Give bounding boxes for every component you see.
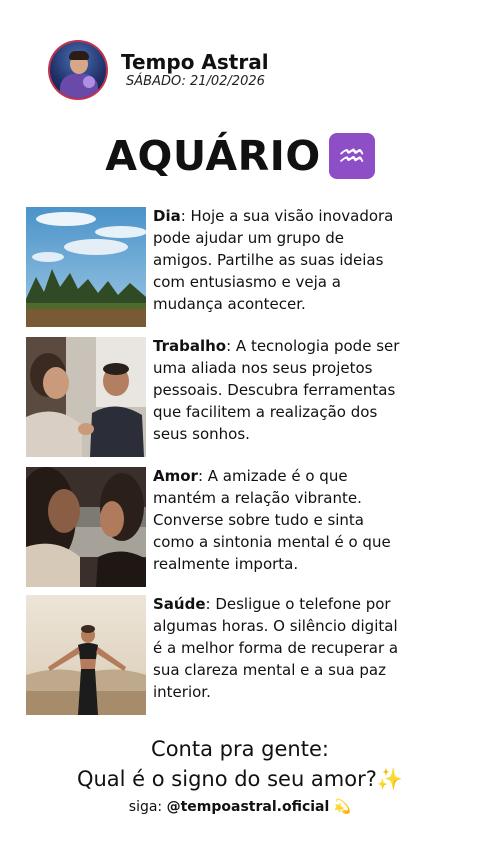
brand-block: Tempo Astral SÁBADO: 21/02/2026 <box>121 50 269 90</box>
horoscope-section-saude: Saúde: Desligue o telefone por algumas h… <box>26 595 406 715</box>
aquarius-symbol-icon: ♒ <box>328 133 375 179</box>
sign-name: AQUÁRIO <box>105 132 321 180</box>
sign-heading: AQUÁRIO ♒ <box>0 128 480 184</box>
section-title: Saúde <box>153 595 206 613</box>
section-body: : Hoje a sua visão inovadora pode ajudar… <box>153 207 394 313</box>
follow-prefix: siga: <box>128 799 167 815</box>
woman-exercising-outdoors-photo <box>26 595 146 715</box>
sparkles-icon: ✨ <box>376 767 404 791</box>
follow-line: siga: @tempoastral.oficial 💫 <box>0 796 480 818</box>
profile-avatar[interactable] <box>48 40 108 100</box>
cta-line-2: Qual é o signo do seu amor?✨ <box>0 764 480 794</box>
section-title: Dia <box>153 207 181 225</box>
astrologer-avatar-icon <box>50 42 106 98</box>
horoscope-section-dia: Dia: Hoje a sua visão inovadora pode aju… <box>26 207 406 327</box>
section-text: Trabalho: A tecnologia pode ser uma alia… <box>153 335 403 445</box>
coworkers-meeting-photo <box>26 337 146 457</box>
section-text: Saúde: Desligue o telefone por algumas h… <box>153 593 403 703</box>
horoscope-section-amor: Amor: A amizade é o que mantém a relação… <box>26 467 406 587</box>
cta-question: Qual é o signo do seu amor? <box>76 767 377 791</box>
horoscope-section-trabalho: Trabalho: A tecnologia pode ser uma alia… <box>26 337 406 457</box>
header: Tempo Astral SÁBADO: 21/02/2026 <box>48 40 269 100</box>
instagram-handle-link[interactable]: @tempoastral.oficial <box>167 799 330 815</box>
cta-line-1: Conta pra gente: <box>151 737 329 761</box>
couple-seaside-photo <box>26 467 146 587</box>
section-title: Trabalho <box>153 337 227 355</box>
section-text: Amor: A amizade é o que mantém a relação… <box>153 465 403 575</box>
section-title: Amor <box>153 467 198 485</box>
post-date: SÁBADO: 21/02/2026 <box>126 74 265 89</box>
dizzy-star-icon: 💫 <box>333 799 352 815</box>
sky-trees-photo <box>26 207 146 327</box>
brand-name: Tempo Astral <box>121 50 269 74</box>
section-text: Dia: Hoje a sua visão inovadora pode aju… <box>153 205 403 315</box>
call-to-action: Conta pra gente: Qual é o signo do seu a… <box>0 734 480 794</box>
